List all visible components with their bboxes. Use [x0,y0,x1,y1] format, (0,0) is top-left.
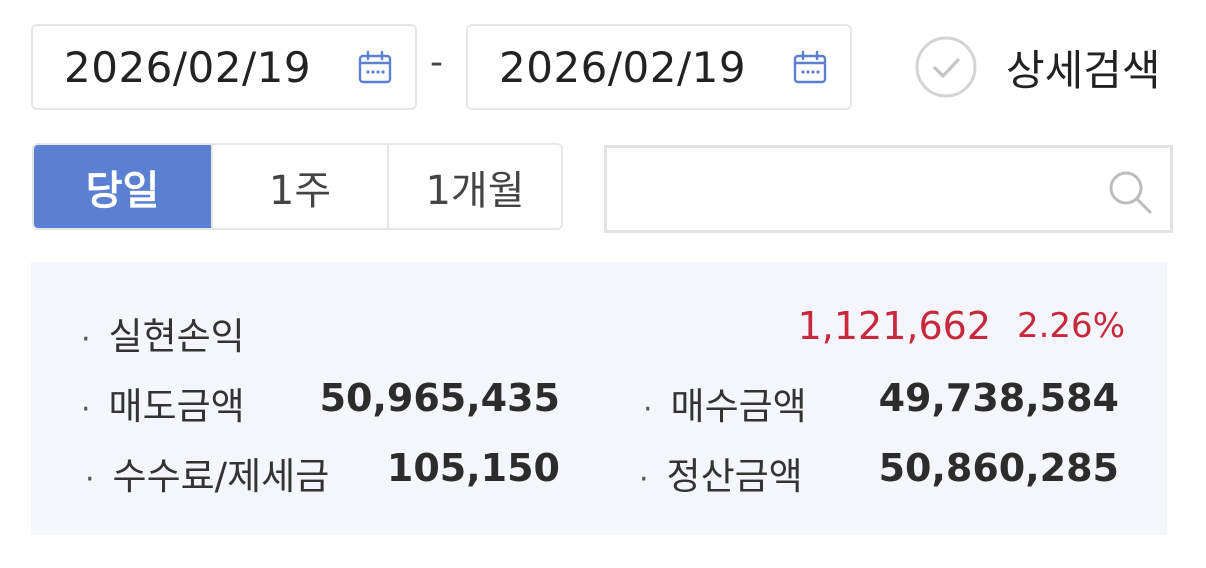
sell-amount-value: 50,965,435 [319,376,560,420]
bullet: · [81,392,91,427]
settlement-value: 50,860,285 [878,446,1119,490]
search-box [604,145,1173,233]
end-date-value: 2026/02/19 [499,42,747,92]
calendar-icon[interactable] [792,50,828,86]
period-1month-button[interactable]: 1개월 [387,145,561,228]
bullet: · [81,322,91,357]
period-1week-button[interactable]: 1주 [211,145,387,228]
bullet: · [639,462,649,497]
start-date-value: 2026/02/19 [64,42,312,92]
sell-amount-label-row: · 매도금액 [81,376,245,430]
detail-search-label: 상세검색 [1006,45,1161,95]
date-range-separator: - [430,42,443,83]
bullet: · [85,462,95,497]
period-selector: 당일 1주 1개월 [32,143,563,230]
buy-amount-value: 49,738,584 [878,376,1119,420]
fee-tax-label: 수수료/제세금 [112,455,330,498]
check-circle-icon[interactable] [914,35,978,99]
realized-pnl-label: 실현손익 [108,315,245,358]
period-today-button[interactable]: 당일 [34,145,211,228]
fee-tax-value: 105,150 [386,446,560,490]
fee-tax-label-row: · 수수료/제세금 [85,446,329,500]
bullet: · [643,392,653,427]
realized-pnl-label-row: · 실현손익 [81,306,245,360]
search-input[interactable] [617,158,1091,220]
search-icon[interactable] [1104,166,1156,218]
buy-amount-label-row: · 매수금액 [643,376,807,430]
sell-amount-label: 매도금액 [108,385,245,428]
calendar-icon[interactable] [357,50,393,86]
realized-pnl-value: 1,121,662 [797,304,991,348]
realized-pnl-rate: 2.26% [1016,306,1125,346]
end-date-field[interactable]: 2026/02/19 [466,24,852,110]
trade-summary-panel: · 실현손익 1,121,662 2.26% · 매도금액 50,965,435 ·… [31,262,1167,535]
start-date-field[interactable]: 2026/02/19 [31,24,417,110]
settlement-label: 정산금액 [666,455,803,498]
settlement-label-row: · 정산금액 [639,446,803,500]
buy-amount-label: 매수금액 [670,385,807,428]
detail-search-toggle[interactable]: 상세검색 [914,34,1161,100]
